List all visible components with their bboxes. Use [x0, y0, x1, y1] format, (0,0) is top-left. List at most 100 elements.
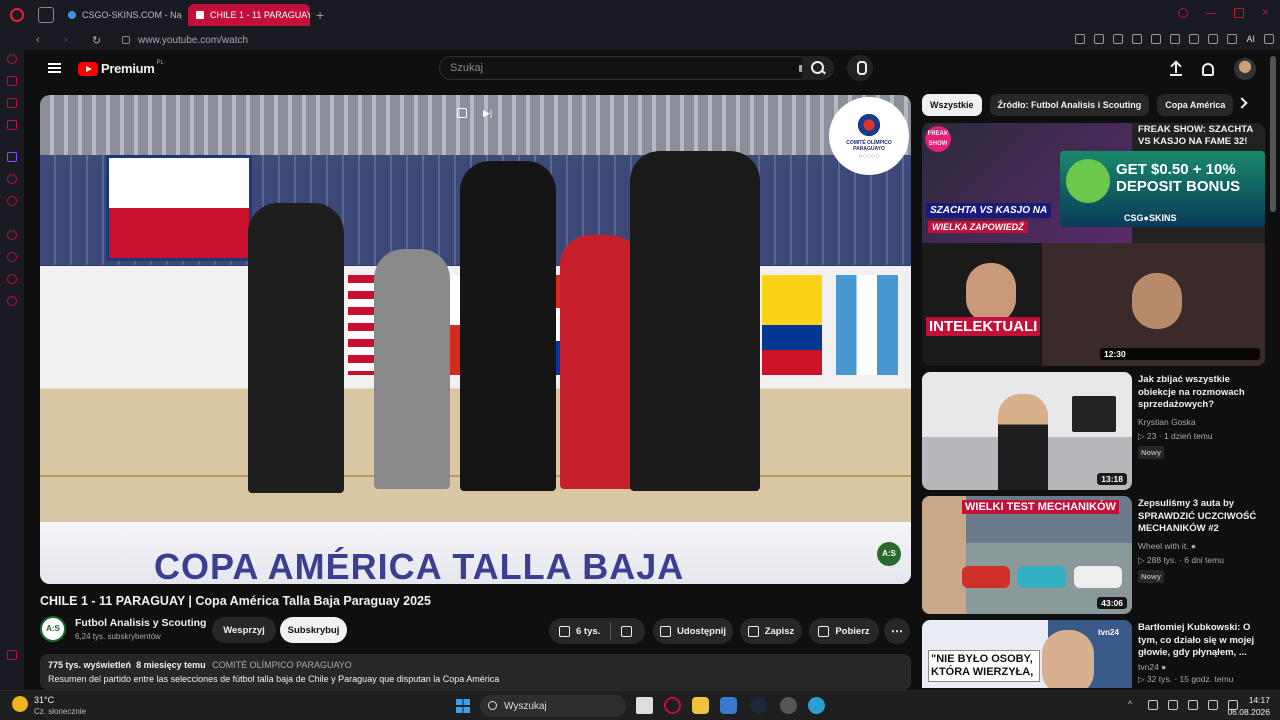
next-video-icon[interactable]: ▶| [483, 108, 493, 118]
app-icon[interactable] [780, 697, 797, 714]
pin-icon[interactable] [1075, 34, 1086, 44]
video-thumbnail[interactable]: tvn24 "NIE BYŁO OSOBY, KTÓRA WIERZYŁA, [922, 620, 1132, 688]
store-icon[interactable] [720, 697, 737, 714]
opera-logo-icon[interactable] [10, 8, 24, 22]
subscribe-button[interactable]: Subskrybuj [280, 617, 347, 643]
share-button[interactable]: Udostępnij [653, 618, 733, 644]
menu-icon[interactable] [1264, 34, 1274, 44]
sidebar-app-icon[interactable] [7, 196, 17, 206]
video-title[interactable]: Bartłomiej Kubkowski: O tym, co działo s… [1138, 622, 1265, 660]
ad-lower-thumbnail[interactable]: INTELEKTUALI 12:30 [922, 243, 1265, 366]
channel-watermark[interactable]: A:S [877, 542, 901, 566]
more-actions-button[interactable]: ⋯ [884, 618, 910, 644]
monitor-icon[interactable] [1208, 700, 1218, 710]
sidebar-history-icon[interactable] [7, 252, 17, 262]
like-count[interactable]: 6 tys. [576, 626, 600, 637]
thumbs-down-icon[interactable] [621, 625, 633, 637]
channel-name[interactable]: tvn24 ● [1138, 662, 1265, 672]
search-tabs-icon[interactable] [1178, 8, 1188, 18]
heart-icon[interactable] [1170, 34, 1181, 44]
ad-title[interactable]: FREAK SHOW: SZACHTA VS KASJO NA FAME 32! [1138, 124, 1265, 148]
opera-taskbar-icon[interactable] [664, 697, 681, 714]
support-button[interactable]: Wesprzyj [212, 617, 276, 643]
sidebar-player-icon[interactable] [7, 230, 17, 240]
task-view-icon[interactable] [636, 697, 653, 714]
taskbar-search[interactable]: Wyszukaj [480, 695, 626, 717]
csgo-skins-banner[interactable]: GET $0.50 + 10% DEPOSIT BONUS CSG●SKINS [1060, 151, 1265, 227]
snapshot-icon[interactable] [1094, 34, 1105, 44]
notifications-bell-icon[interactable] [1202, 62, 1214, 76]
sidebar-music-icon[interactable] [7, 120, 17, 130]
description-box[interactable]: 775 tys. wyświetleń 8 miesięcy temu COMI… [40, 654, 911, 690]
video-thumbnail[interactable]: WIELKI TEST MECHANIKÓW 43:06 [922, 496, 1132, 614]
back-button[interactable]: ‹ [36, 34, 52, 46]
minimize-button[interactable] [1206, 8, 1216, 14]
channel-name[interactable]: Futbol Analisis y Scouting [75, 617, 206, 629]
adblock-icon[interactable] [1113, 34, 1124, 44]
download-button[interactable]: Pobierz [809, 618, 879, 644]
sidebar-ai-icon[interactable] [7, 54, 17, 64]
chevron-up-icon[interactable]: ^ [1128, 700, 1138, 710]
sidebar-gx-icon[interactable] [7, 650, 17, 660]
new-tab-button[interactable]: + [316, 7, 324, 23]
steam-icon[interactable] [750, 697, 767, 714]
close-button[interactable]: × [1262, 6, 1272, 18]
tray-app-icon[interactable] [1148, 700, 1158, 710]
maximize-button[interactable] [1234, 8, 1244, 18]
save-button[interactable]: Zapisz [740, 618, 802, 644]
search-input[interactable]: Szukaj [439, 56, 822, 80]
reload-button[interactable]: ↻ [92, 34, 108, 47]
video-title[interactable]: Jak zbijać wszystkie obiekcje na rozmowa… [1138, 374, 1265, 412]
lock-icon[interactable] [122, 36, 130, 44]
tab-csgo-skins[interactable]: CSGO-SKINS.COM - Najlep [60, 4, 182, 26]
recommendation-item[interactable]: tvn24 "NIE BYŁO OSOBY, KTÓRA WIERZYŁA, B… [922, 620, 1265, 688]
create-upload-icon[interactable] [1170, 62, 1182, 76]
sidebar-shop-icon[interactable] [7, 76, 17, 86]
hamburger-menu-icon[interactable] [48, 63, 61, 73]
extensions-icon[interactable] [1189, 34, 1200, 44]
search-button[interactable] [802, 56, 834, 80]
tab-menu-icon[interactable] [38, 7, 54, 23]
miniplayer-icon[interactable] [457, 108, 467, 118]
channel-name[interactable]: Wheel with it. ● [1138, 541, 1265, 551]
sidebar-settings-icon[interactable] [7, 296, 17, 306]
sidebar-twitch-icon[interactable] [7, 152, 17, 162]
sponsored-card[interactable]: FREAK SHOW SZACHTA VS KASJO NA WIELKA ZA… [922, 123, 1265, 366]
chevron-right-icon[interactable] [1236, 97, 1248, 109]
edge-icon[interactable] [808, 697, 825, 714]
windows-start-icon[interactable] [456, 699, 470, 713]
video-thumbnail[interactable]: 13:18 [922, 372, 1132, 490]
voice-search-button[interactable] [847, 55, 873, 81]
share-icon[interactable] [1208, 34, 1219, 44]
channel-name[interactable]: Krystian Goska [1138, 417, 1265, 427]
download-icon[interactable] [1227, 34, 1238, 44]
chip-all[interactable]: Wszystkie [922, 94, 982, 116]
chip-source[interactable]: Źródło: Futbol Analisis i Scouting [989, 94, 1150, 116]
thumbs-up-icon[interactable] [559, 625, 570, 637]
tray-app-icon[interactable] [1188, 700, 1198, 710]
speaker-icon[interactable] [196, 11, 204, 19]
tray-opera-icon[interactable] [1168, 700, 1178, 710]
url-field[interactable]: www.youtube.com/watch [138, 35, 248, 46]
sidebar-discord-icon[interactable] [7, 174, 17, 184]
recommendation-item[interactable]: 13:18 Jak zbijać wszystkie obiekcje na r… [922, 372, 1265, 490]
youtube-logo[interactable]: Premium PL [78, 60, 164, 76]
recommendation-item[interactable]: WIELKI TEST MECHANIKÓW 43:06 Zepsuliśmy … [922, 496, 1265, 614]
weather-description[interactable]: Cz. słonecznie [34, 707, 86, 716]
chip-copa-america[interactable]: Copa América [1157, 94, 1234, 116]
video-title[interactable]: Zepsuliśmy 3 auta by SPRAWDZIĆ UCZCIWOŚĆ… [1138, 498, 1265, 536]
player-icon[interactable] [1151, 34, 1162, 44]
video-player[interactable]: COMITÉ OLÍMPICO PARAGUAYO ○○○○○ ▶| COPA … [40, 95, 911, 584]
clock[interactable]: 14:17 06.08.2026 [1227, 694, 1270, 718]
weather-sun-icon[interactable] [12, 696, 28, 712]
page-scrollbar[interactable] [1270, 56, 1276, 212]
aria-ai-button[interactable]: AI [1246, 34, 1255, 44]
temperature[interactable]: 31°C [34, 695, 54, 705]
vpn-icon[interactable] [1132, 34, 1143, 44]
account-avatar[interactable] [1234, 58, 1256, 80]
file-explorer-icon[interactable] [692, 697, 709, 714]
description-tag[interactable]: COMITÉ OLÍMPICO PARAGUAYO [212, 660, 352, 670]
channel-avatar[interactable]: A:S [40, 616, 66, 642]
forward-button[interactable]: › [64, 34, 80, 46]
tab-youtube-video[interactable]: CHILE 1 - 11 PARAGUAY [188, 4, 310, 26]
